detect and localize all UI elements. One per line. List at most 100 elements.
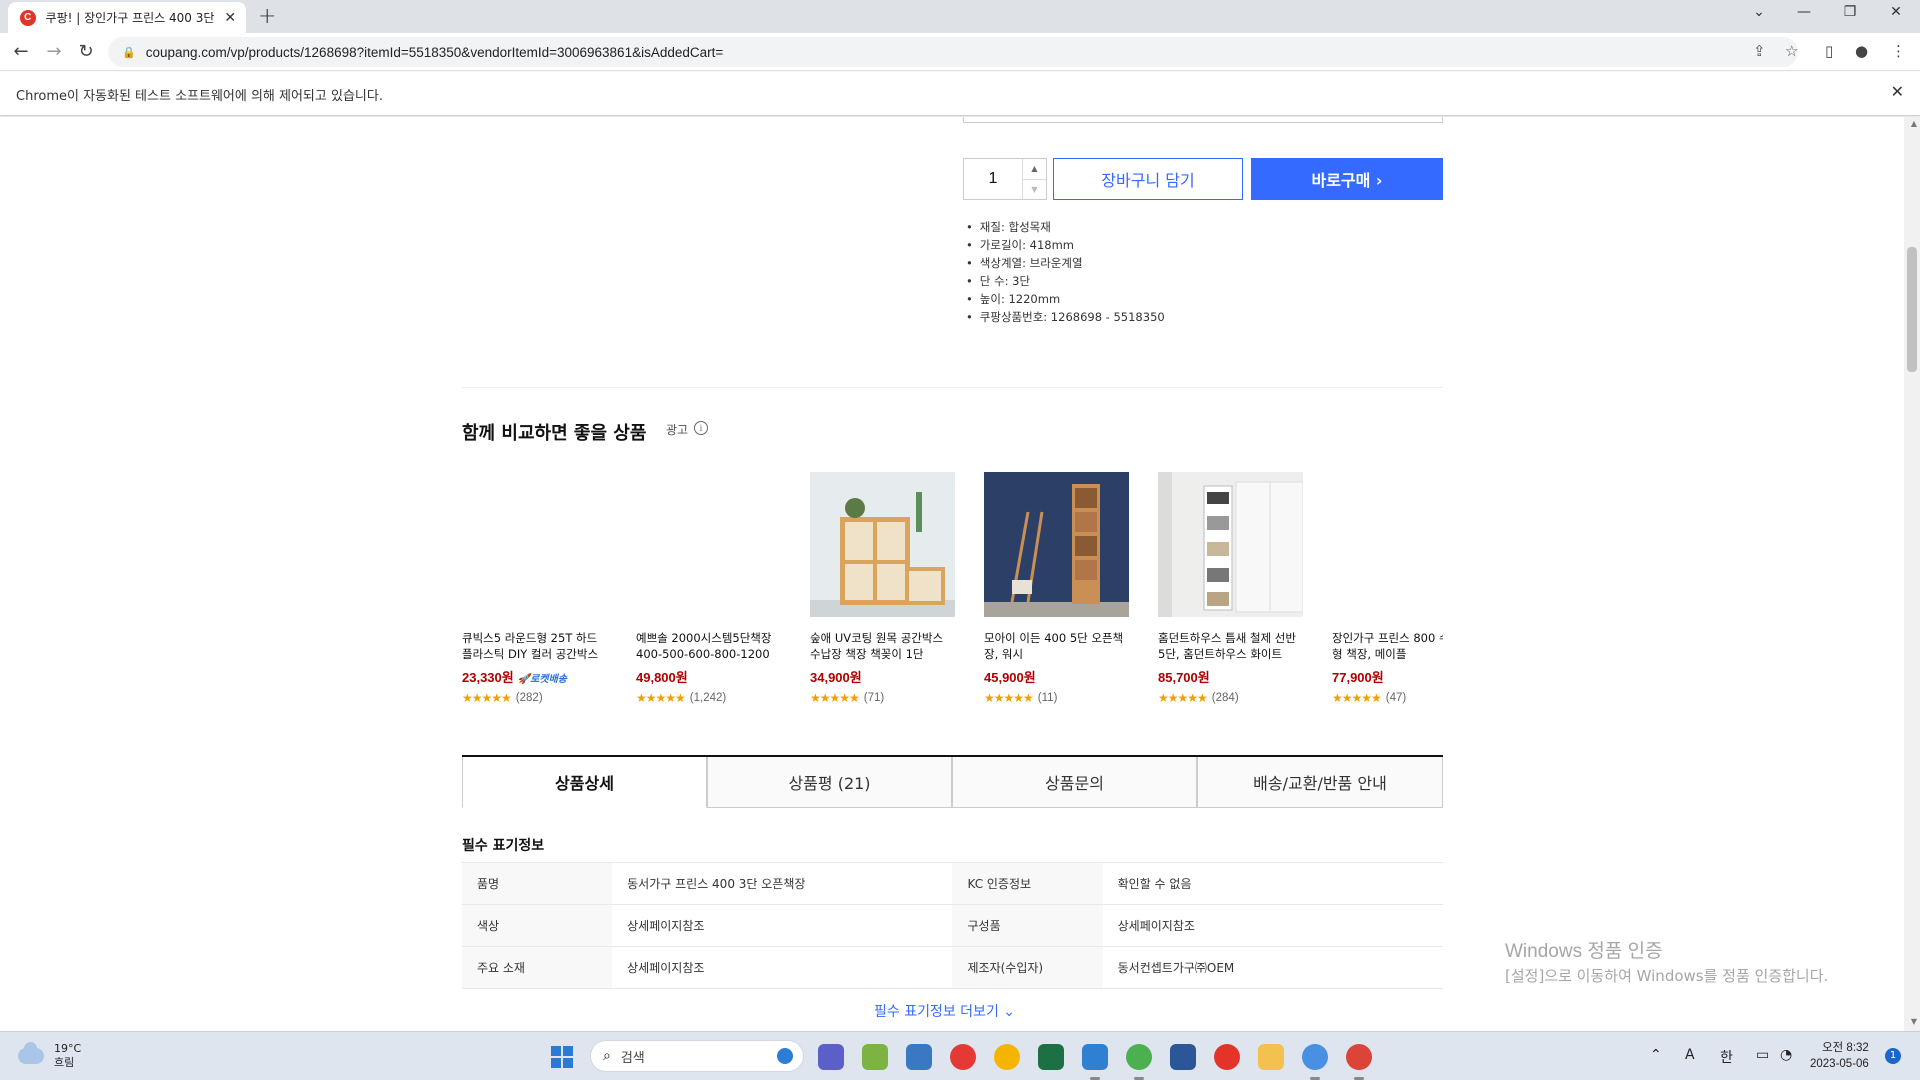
product-image[interactable] <box>1158 472 1303 617</box>
product-card[interactable]: 장인가구 프린스 800 수납형 책장, 메이플 77,900원 ★★★★★ (… <box>1332 472 1443 705</box>
product-rating: ★★★★★ (11) <box>984 691 1129 705</box>
search-placeholder: 검색 <box>620 1050 645 1066</box>
tab-reviews[interactable]: 상품평 (21) <box>707 757 952 808</box>
profile-icon[interactable]: ● <box>1855 42 1868 60</box>
chrome-icon[interactable] <box>950 1044 976 1070</box>
review-count: (284) <box>1211 692 1239 704</box>
bookmark-star-icon[interactable]: ☆ <box>1785 42 1798 60</box>
recommend-carousel: 큐빅스5 라운드형 25T 하드 플라스틱 DIY 컬러 공간박스 23,330… <box>462 472 1443 722</box>
infobar-close-icon[interactable]: ✕ <box>1891 82 1904 101</box>
ime-mode-a[interactable]: A <box>1685 1047 1695 1063</box>
product-card[interactable]: 모아이 이든 400 5단 오픈책장, 워시 45,900원 ★★★★★ (11… <box>984 472 1129 705</box>
file-explorer-icon[interactable] <box>1258 1044 1284 1070</box>
ime-mode-han[interactable]: 한 <box>1720 1047 1733 1067</box>
back-icon[interactable]: ← <box>9 41 33 62</box>
product-card[interactable]: 숲애 UV코팅 원목 공간박스 수납장 책장 책꽂이 1단 34,900원 ★★… <box>810 472 955 705</box>
quantity-stepper[interactable]: 1 ▲ ▼ <box>963 158 1047 200</box>
option-box-bottom <box>963 117 1443 123</box>
product-name[interactable]: 숲애 UV코팅 원목 공간박스 수납장 책장 책꽂이 1단 <box>810 630 955 662</box>
side-panel-icon[interactable]: ▯ <box>1825 42 1833 60</box>
quantity-down-icon[interactable]: ▼ <box>1023 179 1046 200</box>
tray-overflow-icon[interactable]: ⌃ <box>1650 1047 1662 1063</box>
chrome-active-icon[interactable] <box>1346 1044 1372 1080</box>
attribute-item: 높이: 1220mm <box>966 290 1165 308</box>
essential-info-title: 필수 표기정보 <box>462 838 545 854</box>
product-price: 45,900원 <box>984 667 1129 686</box>
notification-badge[interactable]: 1 <box>1885 1048 1901 1064</box>
windows-start-icon[interactable] <box>551 1046 573 1068</box>
system-clock[interactable]: 오전 8:32 2023-05-06 <box>1810 1040 1869 1072</box>
watermark-title: Windows 정품 인증 <box>1505 941 1663 962</box>
restore-icon[interactable]: ❐ <box>1830 4 1870 20</box>
share-icon[interactable]: ⇪ <box>1753 42 1766 60</box>
product-price: 49,800원 <box>636 667 781 686</box>
quantity-input[interactable]: 1 <box>964 170 1022 188</box>
tab-product-detail[interactable]: 상품상세 <box>462 757 707 808</box>
url-text: coupang.com/vp/products/1268698?itemId=5… <box>145 44 724 60</box>
bing-icon <box>777 1048 793 1064</box>
product-name[interactable]: 홈던트하우스 틈새 철제 선반 5단, 홈던트하우스 화이트 <box>1158 630 1303 662</box>
forward-icon[interactable]: → <box>42 41 66 62</box>
browser-tab[interactable]: C 쿠팡! | 장인가구 프린스 400 3단 오픈책장 ✕ <box>8 2 246 33</box>
page-scrollbar[interactable]: ▲ ▼ <box>1904 117 1920 1031</box>
add-to-cart-button[interactable]: 장바구니 담기 <box>1053 158 1243 200</box>
window-close-icon[interactable]: ✕ <box>1876 4 1916 20</box>
infobar-message: Chrome이 자동화된 테스트 소프트웨어에 의해 제어되고 있습니다. <box>16 89 383 104</box>
product-rating: ★★★★★ (47) <box>1332 691 1443 705</box>
product-name[interactable]: 큐빅스5 라운드형 25T 하드 플라스틱 DIY 컬러 공간박스 <box>462 630 607 662</box>
tab-search-icon[interactable]: ⌄ <box>1739 4 1779 20</box>
taskbar-search[interactable]: ⌕ 검색 <box>590 1040 804 1072</box>
new-tab-icon[interactable]: + <box>258 4 276 29</box>
scroll-up-icon[interactable]: ▲ <box>1911 119 1917 128</box>
network-icon[interactable]: ▭ <box>1756 1047 1769 1063</box>
address-toolbar: ← → ↻ 🔒 coupang.com/vp/products/1268698?… <box>0 33 1920 71</box>
product-name[interactable]: 장인가구 프린스 800 수납형 책장, 메이플 <box>1332 630 1443 662</box>
coupang-app-icon[interactable] <box>1214 1044 1240 1070</box>
volume-icon[interactable]: ◔ <box>1780 1047 1792 1063</box>
tab-inquiries[interactable]: 상품문의 <box>952 757 1197 808</box>
price-value: 49,800원 <box>636 670 688 685</box>
review-count: (282) <box>515 692 543 704</box>
settings-gear-icon[interactable] <box>906 1044 932 1070</box>
buy-now-button[interactable]: 바로구매 › <box>1251 158 1443 200</box>
search-icon: ⌕ <box>603 1048 611 1064</box>
image-app-icon[interactable] <box>862 1044 888 1070</box>
ad-info-icon[interactable]: i <box>694 421 708 435</box>
browser-tab-strip: C 쿠팡! | 장인가구 프린스 400 3단 오픈책장 ✕ + ⌄ — ❐ ✕ <box>0 0 1920 33</box>
omnibox[interactable]: 🔒 coupang.com/vp/products/1268698?itemId… <box>108 37 1798 67</box>
messenger-icon[interactable] <box>994 1044 1020 1070</box>
scroll-down-icon[interactable]: ▼ <box>1911 1017 1917 1026</box>
teams-icon[interactable] <box>818 1044 844 1070</box>
clock-date: 2023-05-06 <box>1810 1058 1869 1070</box>
essential-info-more-link[interactable]: 필수 표기정보 더보기 ⌄ <box>874 1001 1015 1021</box>
price-value: 77,900원 <box>1332 670 1384 685</box>
scrollbar-thumb[interactable] <box>1907 247 1917 372</box>
attribute-item: 쿠팡상품번호: 1268698 - 5518350 <box>966 308 1165 326</box>
excel-icon[interactable] <box>1038 1044 1064 1070</box>
menu-kebab-icon[interactable]: ⋮ <box>1891 42 1906 60</box>
product-name[interactable]: 예쁘솔 2000시스템5단책장 400-500-600-800-1200 <box>636 630 781 662</box>
product-image[interactable] <box>636 472 781 617</box>
product-image[interactable] <box>1332 472 1443 617</box>
product-card[interactable]: 홈던트하우스 틈새 철제 선반 5단, 홈던트하우스 화이트 85,700원 ★… <box>1158 472 1303 705</box>
product-name[interactable]: 모아이 이든 400 5단 오픈책장, 워시 <box>984 630 1129 662</box>
minimize-icon[interactable]: — <box>1784 4 1824 20</box>
recommend-title: 함께 비교하면 좋을 상품 <box>462 423 647 444</box>
weather-widget[interactable]: 19°C 흐림 <box>18 1042 81 1070</box>
vscode-icon[interactable] <box>1082 1044 1108 1080</box>
quantity-up-icon[interactable]: ▲ <box>1023 159 1046 179</box>
product-image[interactable] <box>984 472 1129 617</box>
tab-shipping-returns[interactable]: 배송/교환/반품 안내 <box>1197 757 1443 808</box>
product-image[interactable] <box>810 472 955 617</box>
chrome-alt-icon[interactable] <box>1126 1044 1152 1080</box>
reload-icon[interactable]: ↻ <box>74 41 98 62</box>
product-card[interactable]: 예쁘솔 2000시스템5단책장 400-500-600-800-1200 49,… <box>636 472 781 705</box>
product-rating: ★★★★★ (71) <box>810 691 955 705</box>
upload-app-icon[interactable] <box>1302 1044 1328 1080</box>
product-card[interactable]: 큐빅스5 라운드형 25T 하드 플라스틱 DIY 컬러 공간박스 23,330… <box>462 472 607 705</box>
price-value: 34,900원 <box>810 670 862 685</box>
spec-value: 동서컨셉트가구㈜OEM <box>1102 946 1443 989</box>
product-image[interactable] <box>462 472 607 617</box>
notepad-icon[interactable] <box>1170 1044 1196 1070</box>
tab-close-icon[interactable]: ✕ <box>222 10 238 26</box>
